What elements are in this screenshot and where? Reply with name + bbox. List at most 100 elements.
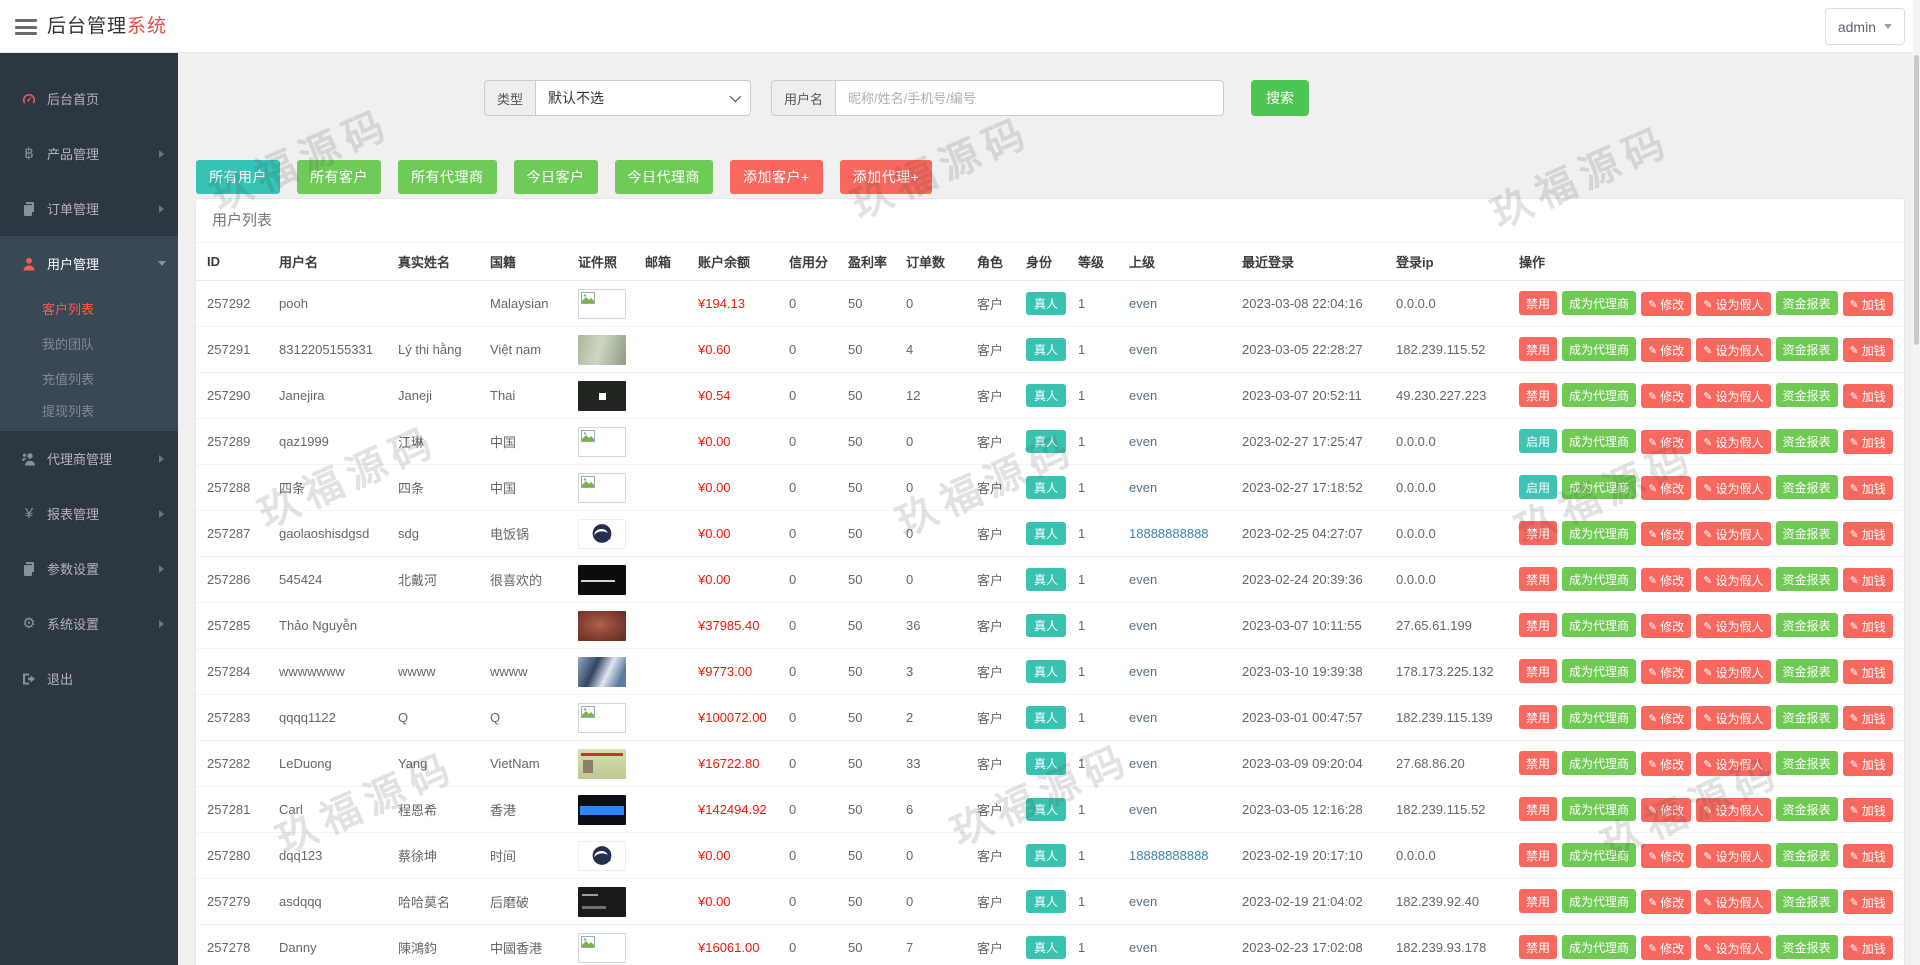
photo-dark-text[interactable]: [578, 886, 626, 917]
funds-report-button[interactable]: 资金报表: [1775, 567, 1838, 591]
add-money-button[interactable]: ✎ 加钱: [1842, 476, 1893, 500]
cell-parent[interactable]: even: [1129, 664, 1242, 679]
edit-button[interactable]: ✎ 修改: [1641, 752, 1692, 776]
edit-button[interactable]: ✎ 修改: [1641, 614, 1692, 638]
add-money-button[interactable]: ✎ 加钱: [1842, 844, 1893, 868]
funds-report-button[interactable]: 资金报表: [1775, 383, 1838, 407]
broken-image[interactable]: [578, 472, 626, 503]
add-customer-button[interactable]: 添加客户+: [730, 160, 823, 194]
funds-report-button[interactable]: 资金报表: [1775, 705, 1838, 729]
disable-button[interactable]: 禁用: [1519, 567, 1558, 591]
become-agent-button[interactable]: 成为代理商: [1562, 337, 1637, 361]
disable-button[interactable]: 禁用: [1519, 659, 1558, 683]
all-agents-button[interactable]: 所有代理商: [398, 160, 497, 194]
funds-report-button[interactable]: 资金报表: [1775, 935, 1838, 959]
sidebar-item-products[interactable]: ฿ 产品管理: [0, 126, 178, 181]
become-agent-button[interactable]: 成为代理商: [1562, 889, 1637, 913]
set-fake-button[interactable]: ✎ 设为假人: [1696, 660, 1771, 684]
edit-button[interactable]: ✎ 修改: [1641, 522, 1692, 546]
broken-image[interactable]: [578, 932, 626, 963]
broken-image[interactable]: [578, 426, 626, 457]
today-agents-button[interactable]: 今日代理商: [614, 160, 713, 194]
add-money-button[interactable]: ✎ 加钱: [1842, 430, 1893, 454]
enable-button[interactable]: 启用: [1519, 475, 1558, 499]
become-agent-button[interactable]: 成为代理商: [1562, 521, 1637, 545]
photo-blue-blur[interactable]: [578, 656, 626, 687]
become-agent-button[interactable]: 成为代理商: [1562, 613, 1637, 637]
disable-button[interactable]: 禁用: [1519, 291, 1558, 315]
hamburger-menu-icon[interactable]: [15, 19, 37, 35]
sidebar-item-logout[interactable]: 退出: [0, 651, 178, 706]
disable-button[interactable]: 禁用: [1519, 797, 1558, 821]
set-fake-button[interactable]: ✎ 设为假人: [1696, 338, 1771, 362]
cell-parent[interactable]: even: [1129, 572, 1242, 587]
photo-qr-dark[interactable]: [578, 380, 626, 411]
edit-button[interactable]: ✎ 修改: [1641, 568, 1692, 592]
funds-report-button[interactable]: 资金报表: [1775, 475, 1838, 499]
cell-parent[interactable]: even: [1129, 940, 1242, 955]
edit-button[interactable]: ✎ 修改: [1641, 798, 1692, 822]
edit-button[interactable]: ✎ 修改: [1641, 844, 1692, 868]
sidebar-subitem-recharge-list[interactable]: 充值列表: [0, 361, 178, 396]
disable-button[interactable]: 禁用: [1519, 383, 1558, 407]
set-fake-button[interactable]: ✎ 设为假人: [1696, 430, 1771, 454]
cell-parent[interactable]: even: [1129, 342, 1242, 357]
cell-parent[interactable]: even: [1129, 296, 1242, 311]
set-fake-button[interactable]: ✎ 设为假人: [1696, 844, 1771, 868]
become-agent-button[interactable]: 成为代理商: [1562, 429, 1637, 453]
disable-button[interactable]: 禁用: [1519, 521, 1558, 545]
funds-report-button[interactable]: 资金报表: [1775, 521, 1838, 545]
sidebar-item-users[interactable]: 用户管理: [0, 236, 178, 291]
edit-button[interactable]: ✎ 修改: [1641, 936, 1692, 960]
sidebar-item-reports[interactable]: ¥ 报表管理: [0, 486, 178, 541]
add-money-button[interactable]: ✎ 加钱: [1842, 660, 1893, 684]
today-customers-button[interactable]: 今日客户: [513, 160, 598, 194]
set-fake-button[interactable]: ✎ 设为假人: [1696, 568, 1771, 592]
broken-image[interactable]: [578, 702, 626, 733]
set-fake-button[interactable]: ✎ 设为假人: [1696, 936, 1771, 960]
add-money-button[interactable]: ✎ 加钱: [1842, 568, 1893, 592]
set-fake-button[interactable]: ✎ 设为假人: [1696, 384, 1771, 408]
set-fake-button[interactable]: ✎ 设为假人: [1696, 614, 1771, 638]
become-agent-button[interactable]: 成为代理商: [1562, 935, 1637, 959]
become-agent-button[interactable]: 成为代理商: [1562, 383, 1637, 407]
funds-report-button[interactable]: 资金报表: [1775, 613, 1838, 637]
funds-report-button[interactable]: 资金报表: [1775, 797, 1838, 821]
become-agent-button[interactable]: 成为代理商: [1562, 291, 1637, 315]
add-agent-button[interactable]: 添加代理+: [839, 160, 933, 194]
add-money-button[interactable]: ✎ 加钱: [1842, 384, 1893, 408]
add-money-button[interactable]: ✎ 加钱: [1842, 614, 1893, 638]
cell-parent[interactable]: 18888888888: [1129, 526, 1242, 541]
photo-id-card[interactable]: [578, 748, 626, 779]
become-agent-button[interactable]: 成为代理商: [1562, 475, 1637, 499]
funds-report-button[interactable]: 资金报表: [1775, 843, 1838, 867]
set-fake-button[interactable]: ✎ 设为假人: [1696, 522, 1771, 546]
set-fake-button[interactable]: ✎ 设为假人: [1696, 476, 1771, 500]
funds-report-button[interactable]: 资金报表: [1775, 659, 1838, 683]
broken-image[interactable]: [578, 288, 626, 319]
cell-parent[interactable]: even: [1129, 434, 1242, 449]
username-input[interactable]: [835, 80, 1225, 116]
edit-button[interactable]: ✎ 修改: [1641, 292, 1692, 316]
sidebar-item-dashboard[interactable]: 后台首页: [0, 71, 178, 126]
sidebar-item-system-settings[interactable]: ⚙ 系统设置: [0, 596, 178, 651]
search-button[interactable]: 搜索: [1251, 80, 1309, 116]
sidebar-subitem-customer-list[interactable]: 客户列表: [0, 291, 178, 326]
disable-button[interactable]: 禁用: [1519, 613, 1558, 637]
sidebar-subitem-my-team[interactable]: 我的团队: [0, 326, 178, 361]
service-logo[interactable]: [578, 518, 626, 549]
add-money-button[interactable]: ✎ 加钱: [1842, 936, 1893, 960]
type-select[interactable]: 默认不选: [535, 80, 752, 116]
add-money-button[interactable]: ✎ 加钱: [1842, 292, 1893, 316]
service-logo[interactable]: [578, 840, 626, 871]
become-agent-button[interactable]: 成为代理商: [1562, 705, 1637, 729]
all-users-button[interactable]: 所有用户: [196, 160, 280, 194]
edit-button[interactable]: ✎ 修改: [1641, 890, 1692, 914]
add-money-button[interactable]: ✎ 加钱: [1842, 338, 1893, 362]
cell-parent[interactable]: even: [1129, 710, 1242, 725]
disable-button[interactable]: 禁用: [1519, 705, 1558, 729]
photo-red-blur[interactable]: [578, 610, 626, 641]
funds-report-button[interactable]: 资金报表: [1775, 429, 1838, 453]
set-fake-button[interactable]: ✎ 设为假人: [1696, 798, 1771, 822]
enable-button[interactable]: 启用: [1519, 429, 1558, 453]
